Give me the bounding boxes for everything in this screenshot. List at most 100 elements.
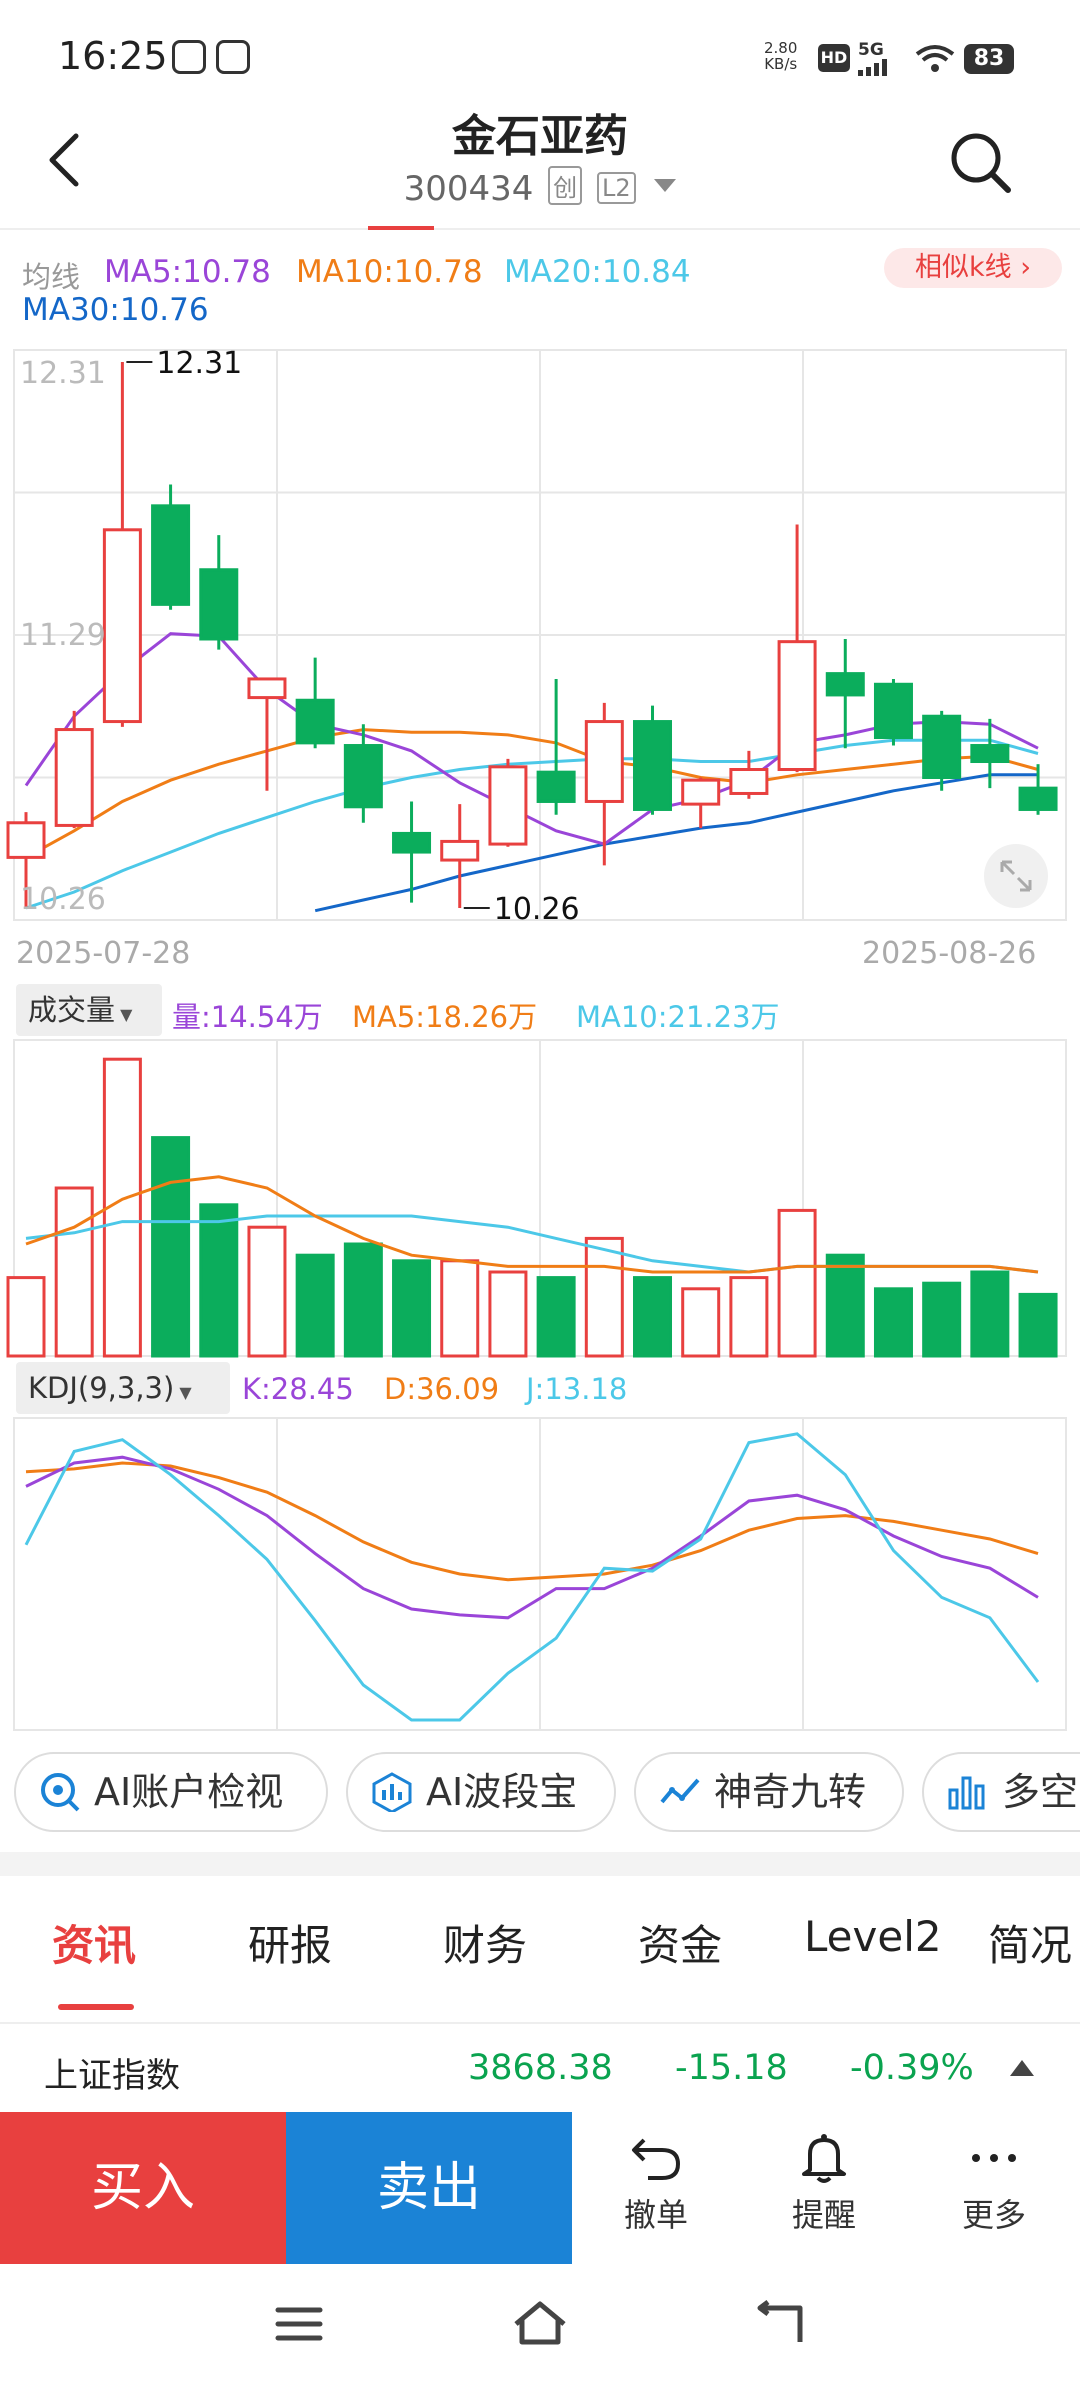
candle-down (536, 770, 576, 803)
level2-badge: L2 (596, 172, 636, 204)
volume-bar (681, 1287, 721, 1358)
battery-icon: 83 (964, 44, 1014, 74)
volume-bar (392, 1259, 432, 1358)
trend-line-icon (660, 1778, 700, 1804)
notification-app-icon (172, 40, 206, 74)
ma20-legend: MA20:10.84 (504, 254, 691, 290)
candle-down (343, 744, 383, 809)
volume-bar (488, 1270, 528, 1358)
candle-down (151, 504, 191, 606)
index-value: 3868.38 (468, 2048, 613, 2088)
notification-wallet-icon (216, 40, 250, 74)
kline-chart[interactable]: 12.31 10.26 (0, 340, 1080, 1740)
network-type: 5G (858, 40, 884, 60)
high-marker-label: 12.31 (156, 346, 242, 381)
ai-account-review-button[interactable]: AI账户检视 (14, 1752, 328, 1832)
volume-bar (777, 1208, 817, 1358)
tab-finance[interactable]: 财务 (443, 1912, 527, 1973)
ai-wave-icon (372, 1772, 412, 1812)
ma-label: 均线 (22, 260, 81, 294)
back-nav-icon[interactable] (752, 2300, 808, 2348)
tab-funds[interactable]: 资金 (638, 1912, 722, 1973)
start-date-label: 2025-07-28 (16, 936, 191, 971)
expand-icon[interactable] (984, 844, 1048, 908)
index-change-pct: -0.39% (850, 2048, 974, 2088)
low-marker-label: 10.26 (494, 892, 580, 927)
alert-button[interactable]: 提醒 (764, 2132, 884, 2236)
indicator-select-volume[interactable]: 成交量 ▼ (16, 984, 162, 1036)
candle-down (873, 682, 913, 740)
volume-legend: 量:14.54万 (172, 1000, 323, 1034)
active-tab-indicator (58, 2004, 134, 2010)
candle-down (392, 831, 432, 854)
ma10-legend: MA10:10.78 (296, 254, 483, 290)
tab-news[interactable]: 资讯 (52, 1912, 136, 1973)
candle-up (488, 765, 528, 846)
volume-bar (825, 1253, 865, 1358)
candle-up (681, 778, 721, 806)
candle-up (584, 720, 624, 803)
candle-down (825, 672, 865, 697)
status-bar: 16:25 2.80 KB/s HD 5G 83 (0, 0, 1080, 110)
kdj-d-legend: D:36.09 (384, 1372, 500, 1406)
volume-bar (922, 1281, 962, 1358)
ai-eye-icon (41, 1773, 80, 1812)
candle-down (922, 714, 962, 779)
candle-down (199, 568, 239, 641)
volume-bar (247, 1225, 287, 1358)
end-date-label: 2025-08-26 (862, 936, 1037, 971)
volume-bar (54, 1186, 94, 1358)
volume-bar (536, 1276, 576, 1358)
candle-down (295, 698, 335, 745)
candle-up (729, 768, 769, 795)
candle-up (102, 528, 142, 724)
candle-up (6, 821, 46, 859)
bell-icon (802, 2134, 846, 2183)
volume-bar (6, 1276, 46, 1358)
stock-code-row[interactable]: 300434 创 L2 (0, 166, 1080, 209)
sell-button[interactable]: 卖出 (286, 2112, 572, 2264)
expand-up-icon[interactable] (1010, 2060, 1034, 2076)
wifi-icon (915, 45, 955, 72)
net-speed: 2.80 KB/s (764, 39, 798, 73)
section-gap (0, 1852, 1080, 1876)
tab-divider (0, 2022, 1080, 2024)
ai-wave-button[interactable]: AI波段宝 (346, 1752, 616, 1832)
tab-research[interactable]: 研报 (248, 1912, 332, 1973)
price-mid-label: 11.29 (20, 618, 106, 653)
stock-detail-screen: 16:25 2.80 KB/s HD 5G 83 金石亚药 300434 创 L… (0, 0, 1080, 2388)
undo-icon (632, 2138, 681, 2180)
tab-profile[interactable]: 简况 (988, 1912, 1072, 1973)
index-change: -15.18 (675, 2048, 788, 2088)
signal-icon (858, 59, 887, 76)
volume-bar (633, 1276, 673, 1358)
volume-bar (873, 1287, 913, 1358)
search-button[interactable] (946, 128, 1016, 198)
more-dots-icon (972, 2154, 1016, 2162)
cancel-order-button[interactable]: 撤单 (596, 2132, 716, 2236)
magic-nine-button[interactable]: 神奇九转 (634, 1752, 904, 1832)
home-icon[interactable] (510, 2298, 570, 2348)
buy-button[interactable]: 买入 (0, 2112, 286, 2264)
more-button[interactable]: 更多 (934, 2132, 1054, 2236)
stock-name: 金石亚药 (452, 111, 628, 162)
menu-icon[interactable] (274, 2304, 324, 2344)
candle-down (970, 744, 1010, 764)
tab-level2[interactable]: Level2 (804, 1912, 942, 1961)
long-short-button[interactable]: 多空 (922, 1752, 1080, 1832)
kdj-j-legend: J:13.18 (526, 1372, 628, 1406)
ma30-legend: MA30:10.76 (22, 292, 209, 328)
price-top-label: 12.31 (20, 356, 106, 391)
chinext-badge: 创 (548, 166, 583, 205)
volume-ma10-legend: MA10:21.23万 (576, 1000, 780, 1034)
candle-up (247, 677, 287, 700)
volume-bar (440, 1259, 480, 1358)
candle-up (777, 640, 817, 772)
index-name[interactable]: 上证指数 (44, 2048, 180, 2097)
similar-kline-button[interactable]: 相似k线 › (884, 248, 1062, 288)
volume-bar (151, 1136, 191, 1358)
indicator-select-kdj[interactable]: KDJ(9,3,3) ▼ (16, 1362, 230, 1414)
volume-bar (343, 1242, 383, 1358)
dropdown-arrow-icon (654, 179, 677, 192)
volume-bar (199, 1203, 239, 1358)
